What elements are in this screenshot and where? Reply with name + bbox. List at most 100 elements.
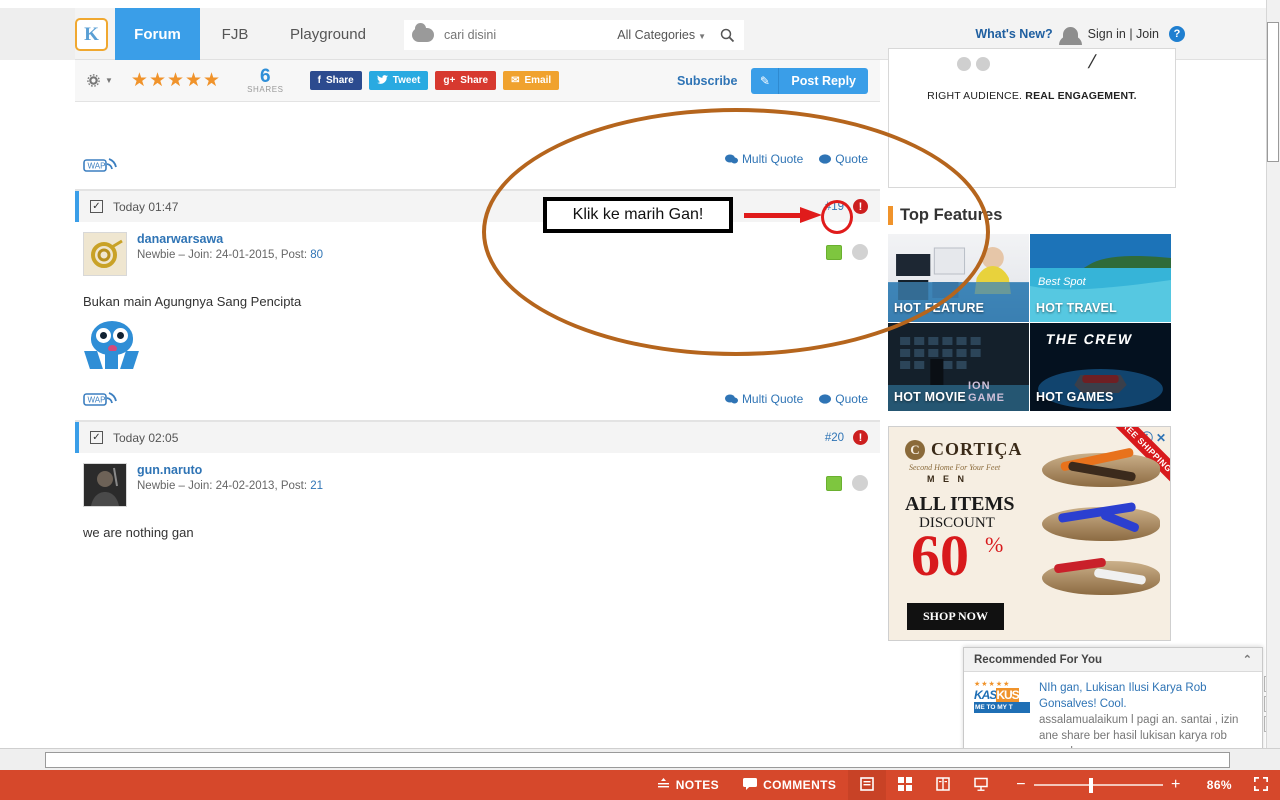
social-share-buttons: f Share Tweet g+ Share ✉ Email <box>309 71 560 90</box>
post-19-user-meta: Newbie – Join: 24-01-2015, Post: 80 <box>137 249 323 261</box>
cortica-percent-number: 60 <box>911 523 969 588</box>
subscribe-button[interactable]: Subscribe <box>677 74 737 88</box>
whats-new-link[interactable]: What's New? <box>975 27 1052 41</box>
cortica-percent-sign: % <box>985 532 1004 557</box>
checkbox-icon[interactable]: ✓ <box>90 200 103 213</box>
previous-post-quote-links: Multi Quote Quote <box>724 152 868 166</box>
fullscreen-button[interactable] <box>1242 770 1280 800</box>
recommended-header[interactable]: Recommended For You ⌃ <box>964 648 1262 672</box>
tile-hot-movie[interactable]: ION GAME HOT MOVIE <box>888 323 1029 411</box>
recommended-thumb-bar: ME TO MY T <box>974 702 1030 713</box>
tile-hot-travel-overlay: Best Spot <box>1038 276 1086 288</box>
quote-button[interactable]: Quote <box>819 392 868 406</box>
zoom-level-label: 86% <box>1206 778 1232 792</box>
share-count: 6 SHARES <box>247 67 284 94</box>
viewer-horizontal-scrollbar[interactable] <box>0 748 1280 770</box>
notes-icon <box>657 777 670 793</box>
search-icon[interactable] <box>710 28 744 43</box>
recommended-popup: Recommended For You ⌃ ★★★★★ KASKUS ME TO… <box>963 647 1280 748</box>
viewer-bottom-bar: NOTES COMMENTS − + 86% <box>0 770 1280 800</box>
post-20-user-info: gun.naruto Newbie – Join: 24-02-2013, Po… <box>137 463 323 507</box>
annotation-callout-text: Klik ke marih Gan! <box>572 206 704 223</box>
cendol-icon[interactable] <box>826 244 842 260</box>
screen-root: K Forum FJB Playground All Categories▼ <box>0 0 1280 800</box>
page-vertical-scrollbar[interactable] <box>1266 0 1280 748</box>
post-20-user: gun.naruto Newbie – Join: 24-02-2013, Po… <box>75 453 880 515</box>
multi-quote-button[interactable]: Multi Quote <box>724 392 803 406</box>
tile-hot-travel[interactable]: Best Spot HOT TRAVEL <box>1030 234 1171 322</box>
post-19-footer: WAP Multi Quote Quote <box>75 381 880 421</box>
post-19-username[interactable]: danarwarsawa <box>137 232 323 246</box>
post-19-user-info: danarwarsawa Newbie – Join: 24-01-2015, … <box>137 232 323 276</box>
post-20-post-count: 21 <box>310 480 324 492</box>
single-page-icon <box>860 776 875 794</box>
gear-icon[interactable]: ▼ <box>87 74 113 87</box>
post-20-reputation <box>826 475 868 491</box>
cortica-headline: ALL ITEMS <box>905 493 1015 515</box>
post-20-user-meta: Newbie – Join: 24-02-2013, Post: 21 <box>137 480 323 492</box>
tile-hot-games[interactable]: THE CREW HOT GAMES <box>1030 323 1171 411</box>
cortica-tagline: Second Home For Your Feet <box>909 463 1001 472</box>
post-20-avatar[interactable] <box>83 463 127 507</box>
top-features-heading: Top Features <box>888 206 1176 225</box>
notes-button[interactable]: NOTES <box>645 770 731 800</box>
nav-tab-forum[interactable]: Forum <box>115 8 200 60</box>
thread-rating-stars[interactable]: ★★★★★ <box>131 69 221 92</box>
view-single-button[interactable] <box>848 770 887 800</box>
multi-quote-button[interactable]: Multi Quote <box>724 152 803 166</box>
viewer-hscroll-thumb[interactable] <box>45 752 1230 768</box>
checkbox-icon[interactable]: ✓ <box>90 431 103 444</box>
presentation-screen-icon <box>974 777 989 794</box>
comments-button[interactable]: COMMENTS <box>731 770 848 800</box>
nav-tab-playground[interactable]: Playground <box>272 8 384 60</box>
tile-hot-movie-overlay: ION GAME <box>968 380 1005 404</box>
sandal-image-orange <box>1042 443 1160 491</box>
chevron-up-icon[interactable]: ⌃ <box>1243 653 1252 666</box>
kaskus-logo[interactable]: K <box>75 18 108 51</box>
tile-hot-movie-label: HOT MOVIE <box>894 390 966 404</box>
zoom-track-right <box>1093 784 1164 786</box>
recommended-item[interactable]: ★★★★★ KASKUS ME TO MY T NIh gan, Lukisan… <box>964 672 1262 748</box>
view-grid-button[interactable] <box>886 770 924 800</box>
quote-button[interactable]: Quote <box>819 152 868 166</box>
google-plus-icon: g+ <box>443 75 456 86</box>
presentation-button[interactable] <box>962 770 1000 800</box>
cortica-ad[interactable]: ⓘ ✕ FREE SHIPPING C CORTIÇA Second Home … <box>888 426 1171 641</box>
recommended-item-title[interactable]: NIh gan, Lukisan Ilusi Karya Rob Gonsalv… <box>1039 680 1252 712</box>
post-reply-button[interactable]: ✎ Post Reply <box>751 67 868 94</box>
googleplus-share-button[interactable]: g+ Share <box>435 71 497 90</box>
report-icon[interactable]: ! <box>853 430 868 445</box>
nav-tab-fjb[interactable]: FJB <box>210 8 260 60</box>
page-scroll-thumb[interactable] <box>1267 22 1279 162</box>
svg-text:WAP: WAP <box>88 396 106 405</box>
zoom-slider[interactable]: − + <box>1000 776 1197 794</box>
zoom-out-button[interactable]: − <box>1008 776 1034 794</box>
post-20-timestamp: Today 02:05 <box>113 430 179 445</box>
post-20-meta-text: Newbie – Join: 24-02-2013, Post: <box>137 480 311 492</box>
email-share-button[interactable]: ✉ Email <box>503 71 560 90</box>
thread-main-column: ▼ ★★★★★ 6 SHARES f Share Tweet g+ Share … <box>75 60 880 635</box>
cendol-icon[interactable] <box>826 475 842 491</box>
view-book-button[interactable] <box>924 770 962 800</box>
sign-in-join-link[interactable]: Sign in | Join <box>1088 27 1159 41</box>
bata-icon[interactable] <box>852 475 868 491</box>
post-20-username[interactable]: gun.naruto <box>137 463 323 477</box>
top-features-title: Top Features <box>900 206 1003 224</box>
tile-hot-feature[interactable]: HOT FEATURE <box>888 234 1029 322</box>
tile-hot-games-label: HOT GAMES <box>1036 390 1114 404</box>
bata-icon[interactable] <box>852 244 868 260</box>
twitter-tweet-button[interactable]: Tweet <box>368 71 429 90</box>
help-icon[interactable]: ? <box>1169 26 1185 42</box>
search-category-select[interactable]: All Categories ▼ <box>617 28 710 42</box>
recommended-item-snippet: assalamualaikum l pagi an. santai , izin… <box>1039 714 1239 748</box>
share-count-label: SHARES <box>247 84 284 94</box>
toolbar-actions: Subscribe ✎ Post Reply <box>677 67 868 94</box>
sidebar-ad-banner[interactable]: / RIGHT AUDIENCE. REAL ENGAGEMENT. <box>888 48 1176 188</box>
post-20-permalink[interactable]: #20 <box>825 432 844 444</box>
post-19-avatar[interactable] <box>83 232 127 276</box>
zoom-in-button[interactable]: + <box>1163 776 1189 794</box>
report-icon[interactable]: ! <box>853 199 868 214</box>
facebook-share-button[interactable]: f Share <box>309 71 362 90</box>
cortica-shop-now-button[interactable]: SHOP NOW <box>907 603 1005 630</box>
search-input[interactable] <box>444 28 618 42</box>
